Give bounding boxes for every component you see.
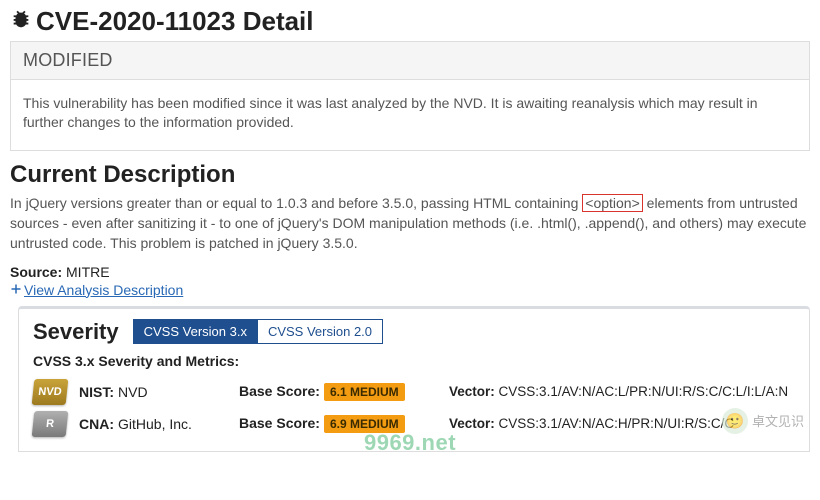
modified-heading: MODIFIED [11, 42, 809, 80]
nvd-badge-icon: NVD [32, 379, 69, 405]
source-value: MITRE [66, 264, 110, 280]
authority-value: NVD [118, 384, 148, 400]
severity-heading: Severity [33, 319, 119, 345]
authority-label: CNA: [79, 416, 114, 432]
score-label: Base Score: [239, 415, 320, 431]
page-title-text: CVE-2020-11023 Detail [36, 6, 314, 37]
view-analysis-link[interactable]: View Analysis Description [10, 282, 183, 298]
description-text-before: In jQuery versions greater than or equal… [10, 195, 582, 211]
metric-row-nist: NVD NIST: NVD Base Score: 6.1 MEDIUM Vec… [33, 379, 795, 405]
tab-cvss-20[interactable]: CVSS Version 2.0 [258, 319, 383, 344]
severity-subhead: CVSS 3.x Severity and Metrics: [33, 353, 795, 369]
tab-cvss-3x[interactable]: CVSS Version 3.x [133, 319, 258, 344]
modified-body: This vulnerability has been modified sin… [11, 80, 809, 150]
plus-icon [10, 282, 22, 298]
option-tag-highlight: <option> [582, 194, 643, 212]
bug-icon [10, 6, 32, 37]
vector-label: Vector: [449, 384, 495, 399]
description-text: In jQuery versions greater than or equal… [10, 193, 810, 254]
modified-panel: MODIFIED This vulnerability has been mod… [10, 41, 810, 151]
description-heading: Current Description [10, 161, 810, 189]
score-badge[interactable]: 6.9 MEDIUM [324, 415, 405, 433]
page-title: CVE-2020-11023 Detail [10, 6, 810, 37]
severity-card: Severity CVSS Version 3.xCVSS Version 2.… [18, 306, 810, 452]
source-label: Source: [10, 264, 62, 280]
metric-row-cna: R CNA: GitHub, Inc. Base Score: 6.9 MEDI… [33, 411, 795, 437]
source-line: Source: MITRE [10, 264, 810, 280]
vector-label: Vector: [449, 416, 495, 431]
vector-value: CVSS:3.1/AV:N/AC:H/PR:N/UI:R/S:C/C [499, 416, 735, 431]
view-analysis-label: View Analysis Description [24, 282, 183, 298]
severity-header: Severity CVSS Version 3.xCVSS Version 2.… [33, 319, 795, 345]
cna-badge-icon: R [32, 411, 69, 437]
score-badge[interactable]: 6.1 MEDIUM [324, 383, 405, 401]
authority-value: GitHub, Inc. [118, 416, 192, 432]
authority-label: NIST: [79, 384, 114, 400]
score-label: Base Score: [239, 383, 320, 399]
vector-value: CVSS:3.1/AV:N/AC:L/PR:N/UI:R/S:C/C:L/I:L… [499, 384, 789, 399]
